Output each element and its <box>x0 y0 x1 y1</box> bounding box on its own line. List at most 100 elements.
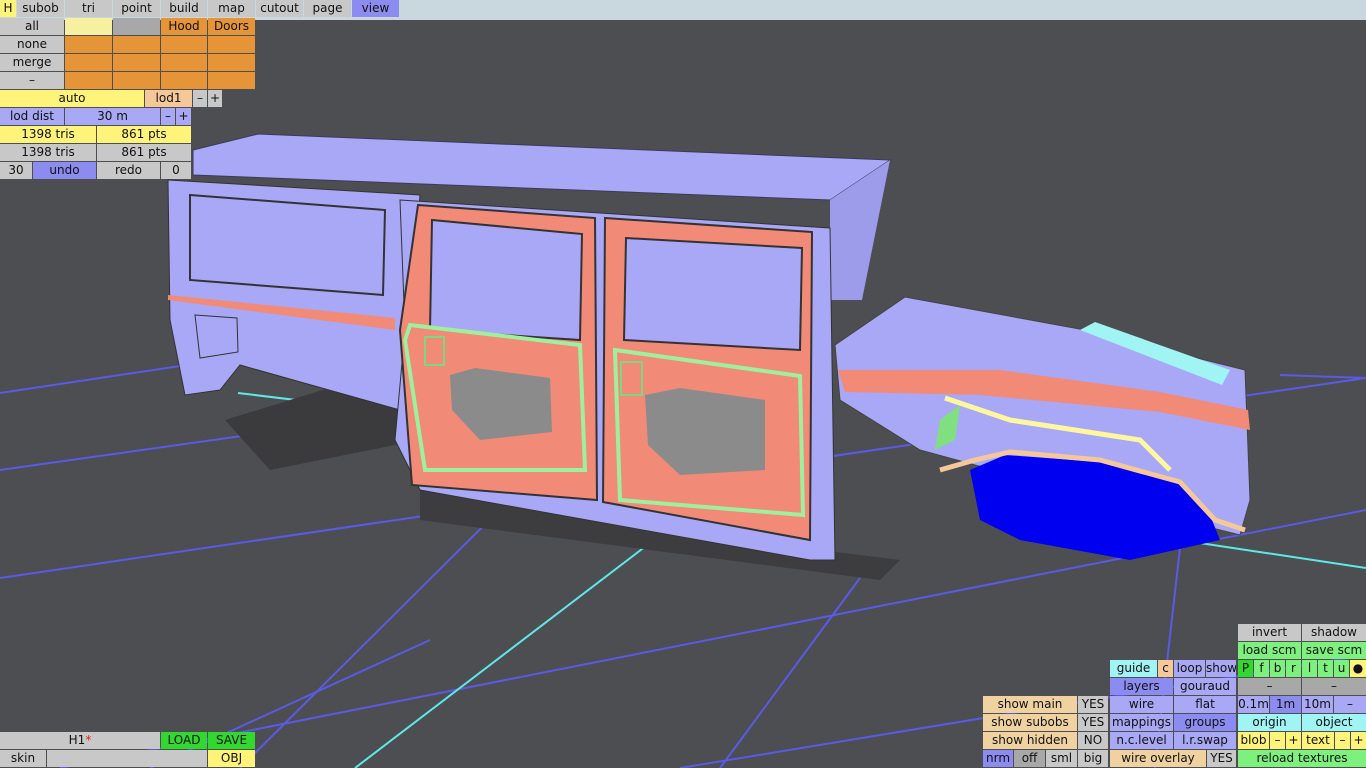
normals-big-button[interactable]: big <box>1078 750 1108 767</box>
load-button[interactable]: LOAD <box>161 732 207 749</box>
group-slot[interactable] <box>208 54 255 71</box>
select-all-button[interactable]: all <box>0 18 64 35</box>
group-slot[interactable] <box>208 72 255 89</box>
menu-page[interactable]: page <box>304 0 351 17</box>
shadow-button[interactable]: shadow <box>1302 624 1366 641</box>
flat-button[interactable]: flat <box>1174 696 1236 713</box>
invert-button[interactable]: invert <box>1238 624 1301 641</box>
zoom-minus-button-2[interactable]: – <box>1302 678 1366 695</box>
normals-off-button[interactable]: off <box>1014 750 1045 767</box>
file-name[interactable]: H1* <box>0 732 160 749</box>
group-slot[interactable] <box>113 72 160 89</box>
normals-nrm-button[interactable]: nrm <box>983 750 1013 767</box>
select-none-button[interactable]: none <box>0 36 64 53</box>
show-subobs-button[interactable]: show subobs <box>983 714 1077 731</box>
wire-overlay-value[interactable]: YES <box>1207 750 1236 767</box>
menu-map[interactable]: map <box>208 0 255 17</box>
merge-button[interactable]: merge <box>0 54 64 71</box>
text-button[interactable]: text <box>1302 732 1334 749</box>
show-subobs-value[interactable]: YES <box>1078 714 1108 731</box>
redo-count: 0 <box>161 162 191 179</box>
nc-level-button[interactable]: n.c.level <box>1110 732 1173 749</box>
menu-build[interactable]: build <box>161 0 207 17</box>
viewport-canvas[interactable] <box>0 0 1366 768</box>
show-hidden-button[interactable]: show hidden <box>983 732 1077 749</box>
redo-button[interactable]: redo <box>97 162 160 179</box>
blob-button[interactable]: blob <box>1238 732 1269 749</box>
view-front-button[interactable]: f <box>1254 660 1269 677</box>
group-slot[interactable] <box>161 36 207 53</box>
origin-button[interactable]: origin <box>1238 714 1301 731</box>
menu-tri[interactable]: tri <box>65 0 112 17</box>
view-top-button[interactable]: t <box>1318 660 1333 677</box>
wire-button[interactable]: wire <box>1110 696 1173 713</box>
group-slot[interactable] <box>208 36 255 53</box>
view-back-button[interactable]: b <box>1270 660 1285 677</box>
3d-viewport[interactable] <box>0 0 1366 768</box>
view-dot-button[interactable]: ● <box>1350 660 1366 677</box>
lod-level-button[interactable]: lod1 <box>145 90 192 107</box>
group-slot[interactable] <box>113 36 160 53</box>
guide-c-button[interactable]: c <box>1158 660 1173 677</box>
lod-dist-minus-button[interactable]: – <box>161 108 175 125</box>
group-slot[interactable] <box>65 18 112 35</box>
blob-plus-button[interactable]: + <box>1286 732 1301 749</box>
group-doors[interactable]: Doors <box>208 18 255 35</box>
lod-dist-plus-button[interactable]: + <box>176 108 191 125</box>
group-slot[interactable] <box>113 54 160 71</box>
groups-button[interactable]: groups <box>1174 714 1236 731</box>
gouraud-button[interactable]: gouraud <box>1174 678 1236 695</box>
minus-button[interactable]: – <box>0 72 64 89</box>
group-slot[interactable] <box>161 72 207 89</box>
blob-minus-button[interactable]: – <box>1270 732 1285 749</box>
grid-10m-button[interactable]: 10m <box>1302 696 1333 713</box>
lod-plus-button[interactable]: + <box>208 90 222 107</box>
lod-minus-button[interactable]: – <box>193 90 207 107</box>
group-slot[interactable] <box>161 54 207 71</box>
menu-h[interactable]: H <box>0 0 16 17</box>
group-slot[interactable] <box>65 54 112 71</box>
rear-door-window <box>428 218 584 342</box>
lr-swap-button[interactable]: l.r.swap <box>1174 732 1236 749</box>
view-left-button[interactable]: l <box>1302 660 1317 677</box>
skin-button[interactable]: skin <box>0 750 46 767</box>
view-right-button[interactable]: r <box>1286 660 1301 677</box>
view-persp-button[interactable]: P <box>1238 660 1253 677</box>
group-slot[interactable] <box>65 72 112 89</box>
view-under-button[interactable]: u <box>1334 660 1349 677</box>
tris-count: 1398 tris <box>0 126 96 143</box>
loop-button[interactable]: loop <box>1174 660 1205 677</box>
show-hidden-value[interactable]: NO <box>1078 732 1108 749</box>
wire-overlay-button[interactable]: wire overlay <box>1110 750 1206 767</box>
show-loop-button[interactable]: show <box>1206 660 1236 677</box>
grid-minus-button[interactable]: – <box>1334 696 1366 713</box>
undo-button[interactable]: undo <box>33 162 96 179</box>
text-plus-button[interactable]: + <box>1351 732 1366 749</box>
text-minus-button[interactable]: – <box>1335 732 1350 749</box>
lod-dist-value: 30 m <box>65 108 160 125</box>
object-button[interactable]: object <box>1302 714 1366 731</box>
show-main-button[interactable]: show main <box>983 696 1077 713</box>
lod-auto-button[interactable]: auto <box>0 90 144 107</box>
zoom-minus-button[interactable]: – <box>1238 678 1301 695</box>
grid-01m-button[interactable]: 0.1m <box>1238 696 1269 713</box>
show-main-value[interactable]: YES <box>1078 696 1108 713</box>
skin-field[interactable] <box>47 750 207 767</box>
load-scm-button[interactable]: load scm <box>1238 642 1301 659</box>
group-slot[interactable] <box>65 36 112 53</box>
normals-sml-button[interactable]: sml <box>1046 750 1077 767</box>
menu-cutout[interactable]: cutout <box>256 0 303 17</box>
layers-button[interactable]: layers <box>1110 678 1173 695</box>
obj-button[interactable]: OBJ <box>208 750 255 767</box>
menu-subob[interactable]: subob <box>17 0 64 17</box>
save-button[interactable]: SAVE <box>208 732 255 749</box>
menu-view[interactable]: view <box>352 0 399 17</box>
guide-button[interactable]: guide <box>1110 660 1157 677</box>
grid-1m-button[interactable]: 1m <box>1270 696 1301 713</box>
menu-point[interactable]: point <box>113 0 160 17</box>
group-hood[interactable]: Hood <box>161 18 207 35</box>
save-scm-button[interactable]: save scm <box>1302 642 1366 659</box>
group-slot[interactable] <box>113 18 160 35</box>
mappings-button[interactable]: mappings <box>1110 714 1173 731</box>
reload-textures-button[interactable]: reload textures <box>1238 750 1366 767</box>
